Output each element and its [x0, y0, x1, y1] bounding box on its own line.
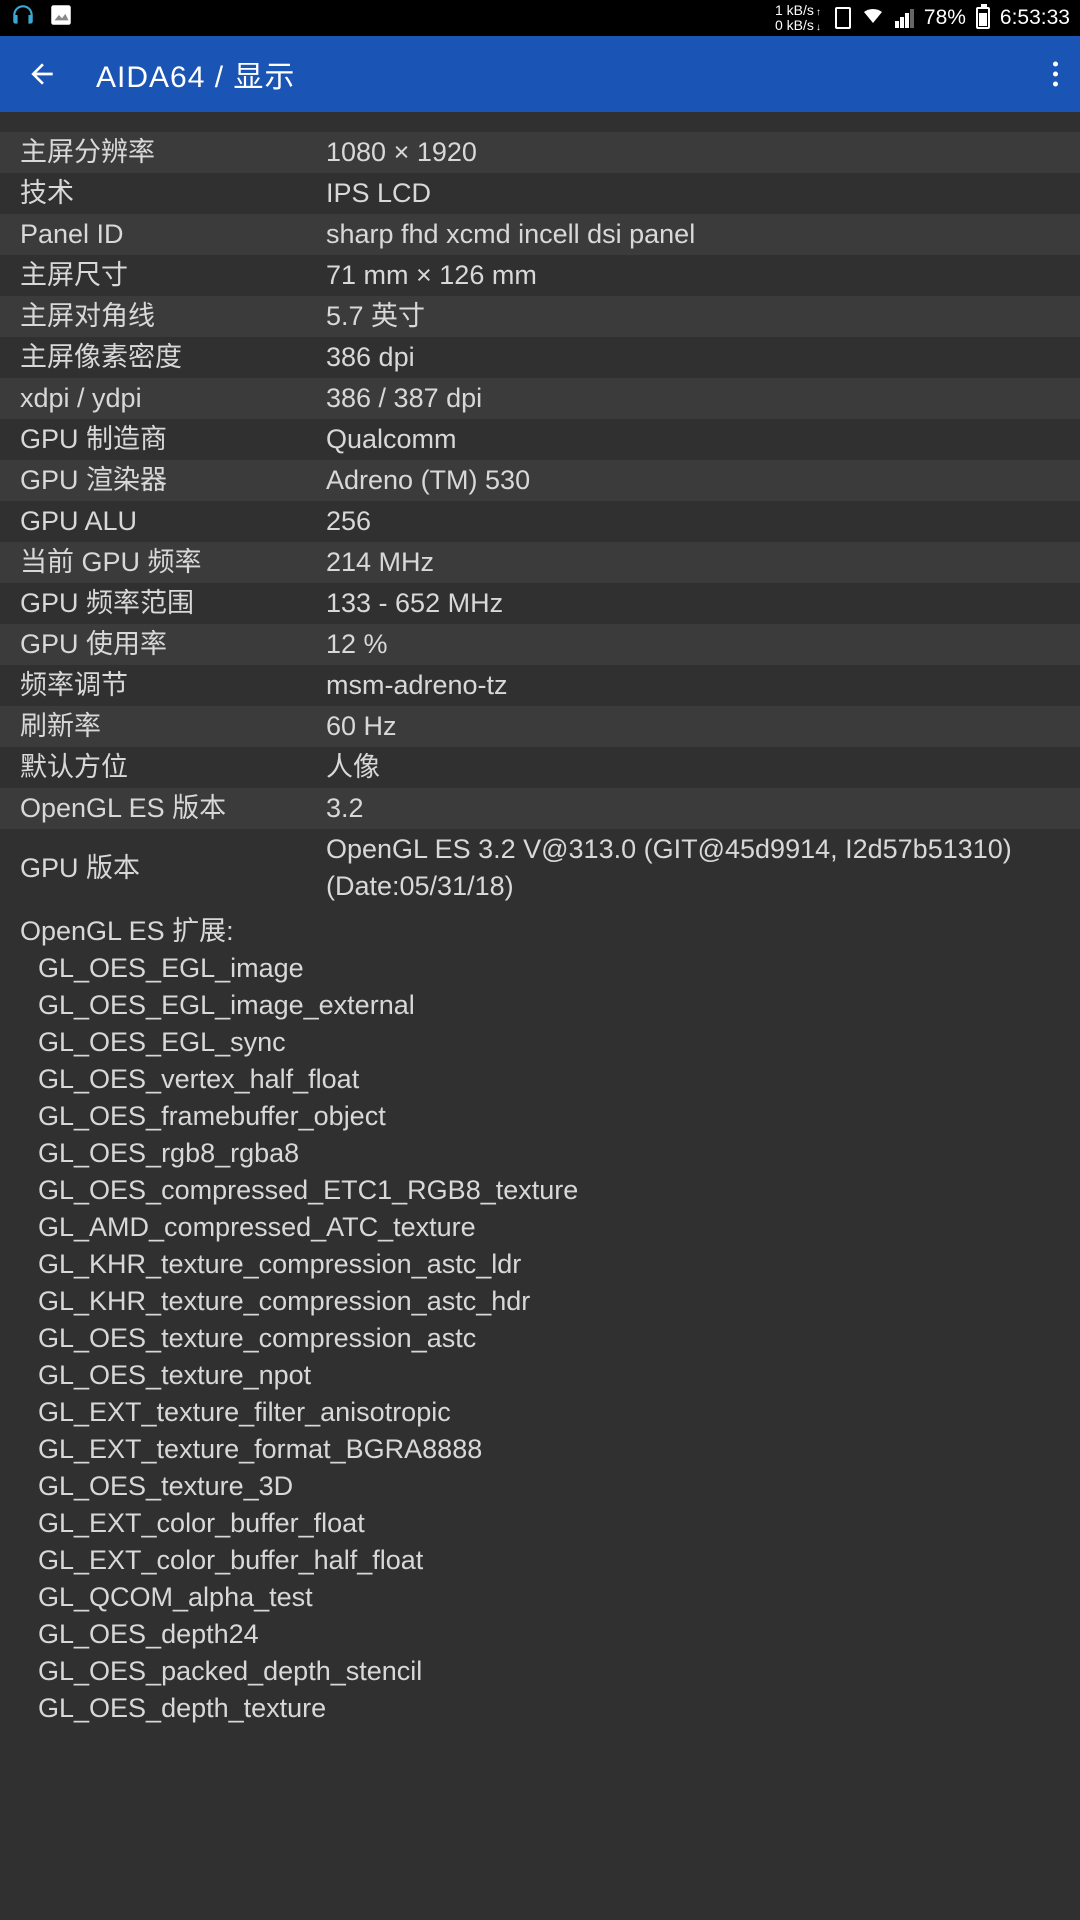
- extension-item: GL_EXT_color_buffer_half_float: [20, 1542, 1060, 1579]
- extension-item: GL_OES_compressed_ETC1_RGB8_texture: [20, 1172, 1060, 1209]
- battery-percent: 78%: [924, 6, 966, 30]
- property-label: 主屏分辨率: [20, 134, 326, 171]
- property-label: GPU 渲染器: [20, 462, 326, 499]
- extension-item: GL_OES_framebuffer_object: [20, 1098, 1060, 1135]
- property-value: OpenGL ES 3.2 V@313.0 (GIT@45d9914, I2d5…: [326, 831, 1060, 905]
- table-row: xdpi / ydpi386 / 387 dpi: [0, 378, 1080, 419]
- property-label: Panel ID: [20, 216, 326, 253]
- table-row: GPU 渲染器Adreno (TM) 530: [0, 460, 1080, 501]
- table-row: OpenGL ES 版本3.2: [0, 788, 1080, 829]
- picture-icon: [48, 2, 74, 34]
- table-row: 技术IPS LCD: [0, 173, 1080, 214]
- property-label: GPU 制造商: [20, 421, 326, 458]
- property-value: 133 - 652 MHz: [326, 585, 1060, 622]
- extension-item: GL_EXT_texture_format_BGRA8888: [20, 1431, 1060, 1468]
- property-label: 主屏像素密度: [20, 339, 326, 376]
- table-row: GPU 使用率12 %: [0, 624, 1080, 665]
- property-value: 12 %: [326, 626, 1060, 663]
- app-bar: AIDA64 / 显示: [0, 36, 1080, 112]
- property-label: OpenGL ES 版本: [20, 790, 326, 827]
- extension-item: GL_OES_depth_texture: [20, 1690, 1060, 1727]
- overflow-menu-button[interactable]: [1053, 62, 1058, 87]
- extension-item: GL_OES_packed_depth_stencil: [20, 1653, 1060, 1690]
- extensions-header: OpenGL ES 扩展:: [20, 913, 1060, 950]
- extension-item: GL_OES_texture_compression_astc: [20, 1320, 1060, 1357]
- property-label: 刷新率: [20, 708, 326, 745]
- properties-table: 主屏分辨率1080 × 1920技术IPS LCDPanel IDsharp f…: [0, 132, 1080, 907]
- back-button[interactable]: [22, 54, 62, 94]
- property-label: GPU 版本: [20, 850, 326, 887]
- table-row: 频率调节msm-adreno-tz: [0, 665, 1080, 706]
- extension-item: GL_OES_depth24: [20, 1616, 1060, 1653]
- table-row: 主屏分辨率1080 × 1920: [0, 132, 1080, 173]
- extension-item: GL_OES_EGL_sync: [20, 1024, 1060, 1061]
- property-value: sharp fhd xcmd incell dsi panel: [326, 216, 1060, 253]
- extension-item: GL_OES_vertex_half_float: [20, 1061, 1060, 1098]
- extension-item: GL_OES_EGL_image_external: [20, 987, 1060, 1024]
- property-value: 71 mm × 126 mm: [326, 257, 1060, 294]
- extension-item: GL_KHR_texture_compression_astc_ldr: [20, 1246, 1060, 1283]
- extension-item: GL_EXT_color_buffer_float: [20, 1505, 1060, 1542]
- table-row: 刷新率60 Hz: [0, 706, 1080, 747]
- property-value: 5.7 英寸: [326, 298, 1060, 335]
- table-row: 当前 GPU 频率214 MHz: [0, 542, 1080, 583]
- battery-icon: [976, 7, 990, 29]
- table-row: Panel IDsharp fhd xcmd incell dsi panel: [0, 214, 1080, 255]
- property-value: 人像: [326, 749, 1060, 786]
- table-row: GPU 制造商Qualcomm: [0, 419, 1080, 460]
- extension-item: GL_AMD_compressed_ATC_texture: [20, 1209, 1060, 1246]
- extension-item: GL_OES_texture_3D: [20, 1468, 1060, 1505]
- extensions-list: GL_OES_EGL_imageGL_OES_EGL_image_externa…: [20, 950, 1060, 1727]
- network-speed: 1 kB/s 0 kB/s: [775, 3, 821, 33]
- extension-item: GL_OES_EGL_image: [20, 950, 1060, 987]
- property-value: msm-adreno-tz: [326, 667, 1060, 704]
- extension-item: GL_QCOM_alpha_test: [20, 1579, 1060, 1616]
- property-label: 主屏对角线: [20, 298, 326, 335]
- signal-icon: [895, 9, 914, 28]
- property-value: 386 dpi: [326, 339, 1060, 376]
- status-bar: 1 kB/s 0 kB/s 78% 6:53:33: [0, 0, 1080, 36]
- property-label: GPU 频率范围: [20, 585, 326, 622]
- property-label: xdpi / ydpi: [20, 380, 326, 417]
- property-label: 默认方位: [20, 749, 326, 786]
- property-value: 3.2: [326, 790, 1060, 827]
- property-value: 256: [326, 503, 1060, 540]
- extension-item: GL_EXT_texture_filter_anisotropic: [20, 1394, 1060, 1431]
- clock: 6:53:33: [1000, 6, 1070, 30]
- property-value: 60 Hz: [326, 708, 1060, 745]
- extensions-section: OpenGL ES 扩展: GL_OES_EGL_imageGL_OES_EGL…: [0, 907, 1080, 1727]
- extension-item: GL_OES_rgb8_rgba8: [20, 1135, 1060, 1172]
- table-row: GPU 版本OpenGL ES 3.2 V@313.0 (GIT@45d9914…: [0, 829, 1080, 907]
- property-label: 当前 GPU 频率: [20, 544, 326, 581]
- headphone-icon: [10, 2, 36, 34]
- net-down: 0 kB/s: [775, 18, 821, 33]
- table-row: GPU 频率范围133 - 652 MHz: [0, 583, 1080, 624]
- table-row: 主屏对角线5.7 英寸: [0, 296, 1080, 337]
- status-left: [10, 2, 74, 34]
- content-scroll[interactable]: 主屏分辨率1080 × 1920技术IPS LCDPanel IDsharp f…: [0, 112, 1080, 1727]
- property-label: 技术: [20, 175, 326, 212]
- net-up: 1 kB/s: [775, 3, 821, 18]
- property-label: 频率调节: [20, 667, 326, 704]
- portrait-lock-icon: [835, 7, 851, 29]
- property-label: GPU ALU: [20, 503, 326, 540]
- property-value: 1080 × 1920: [326, 134, 1060, 171]
- property-label: GPU 使用率: [20, 626, 326, 663]
- property-value: 214 MHz: [326, 544, 1060, 581]
- table-row: GPU ALU256: [0, 501, 1080, 542]
- extension-item: GL_KHR_texture_compression_astc_hdr: [20, 1283, 1060, 1320]
- property-value: Adreno (TM) 530: [326, 462, 1060, 499]
- table-row: 主屏像素密度386 dpi: [0, 337, 1080, 378]
- property-value: 386 / 387 dpi: [326, 380, 1060, 417]
- table-row: 主屏尺寸71 mm × 126 mm: [0, 255, 1080, 296]
- wifi-icon: [861, 3, 885, 33]
- property-value: IPS LCD: [326, 175, 1060, 212]
- table-row: 默认方位人像: [0, 747, 1080, 788]
- extension-item: GL_OES_texture_npot: [20, 1357, 1060, 1394]
- property-label: 主屏尺寸: [20, 257, 326, 294]
- app-title: AIDA64 / 显示: [96, 52, 295, 96]
- property-value: Qualcomm: [326, 421, 1060, 458]
- status-right: 1 kB/s 0 kB/s 78% 6:53:33: [775, 3, 1070, 33]
